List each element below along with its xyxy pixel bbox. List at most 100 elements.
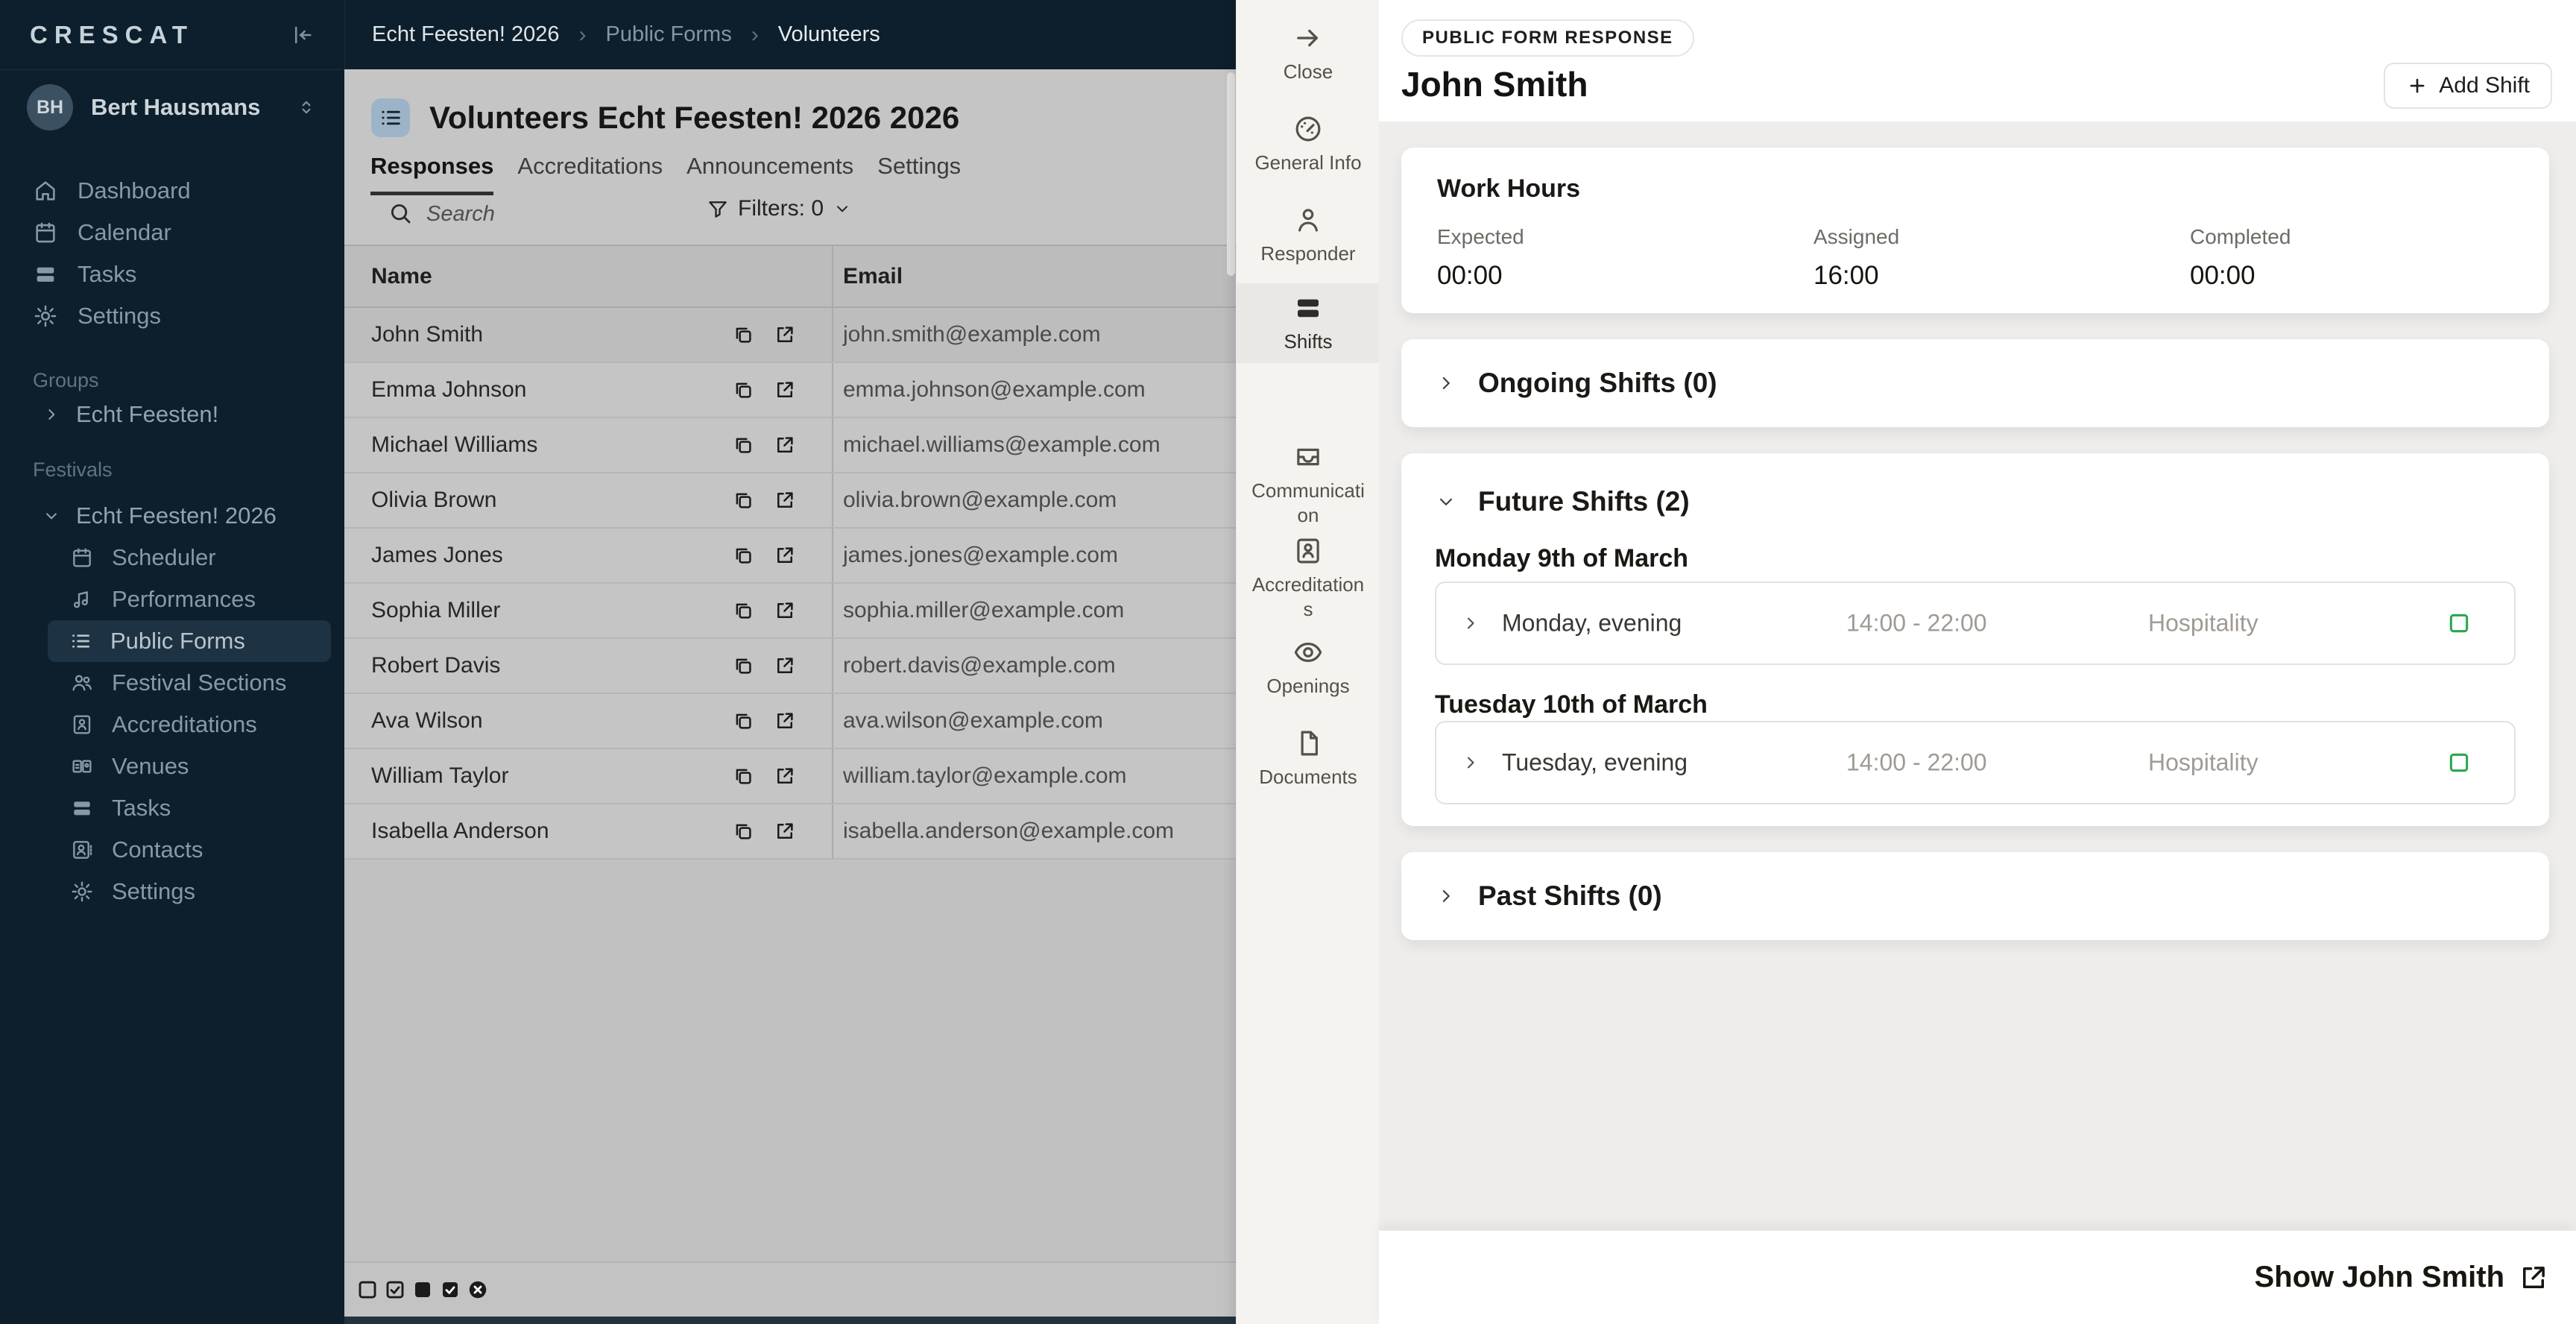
past-shifts-section[interactable]: Past Shifts (0) [1401, 852, 2549, 940]
drawer-nav-shifts[interactable]: Shifts [1237, 283, 1380, 363]
table-row[interactable]: John Smith john.smith@example.com [344, 308, 1236, 363]
external-link-icon [2518, 1262, 2549, 1293]
duplicate-icon[interactable] [732, 324, 754, 346]
ongoing-shifts-section[interactable]: Ongoing Shifts (0) [1401, 339, 2549, 427]
sidebar-item-contacts[interactable]: Contacts [0, 829, 344, 871]
table-row[interactable]: Olivia Brown olivia.brown@example.com [344, 473, 1236, 529]
duplicate-icon[interactable] [732, 820, 754, 842]
sidebar-group-echt-feesten[interactable]: Echt Feesten! [0, 394, 344, 435]
table-row[interactable]: Ava Wilson ava.wilson@example.com [344, 694, 1236, 749]
sidebar-item-performances[interactable]: Performances [0, 579, 344, 620]
table-row[interactable]: Michael Williams michael.williams@example… [344, 418, 1236, 473]
duplicate-icon[interactable] [732, 489, 754, 511]
table-row[interactable]: Isabella Anderson isabella.anderson@examp… [344, 804, 1236, 860]
open-in-new-icon[interactable] [774, 489, 796, 511]
open-in-new-icon[interactable] [774, 820, 796, 842]
breadcrumb-festival[interactable]: Echt Feesten! 2026 [372, 22, 560, 47]
table-row[interactable]: Sophia Miller sophia.miller@example.com [344, 584, 1236, 639]
crescat-logo: CRESCAT [30, 20, 195, 48]
nav-label: Shifts [1284, 330, 1333, 353]
search-input[interactable] [425, 195, 651, 233]
past-shifts-title: Past Shifts (0) [1478, 880, 1662, 911]
open-in-new-icon[interactable] [774, 599, 796, 622]
shift-row[interactable]: Monday, evening 14:00 - 22:00 Hospitalit… [1435, 581, 2516, 665]
sidebar-item-venues[interactable]: Venues [0, 745, 344, 787]
sidebar-item-label: Tasks [78, 261, 137, 287]
open-in-new-icon[interactable] [774, 655, 796, 677]
table-row[interactable]: William Taylor william.taylor@example.com [344, 749, 1236, 804]
contact-card-icon [70, 838, 94, 862]
chevron-right-icon[interactable] [1460, 613, 1481, 634]
sidebar-item-settings-festival[interactable]: Settings [0, 871, 344, 912]
volunteer-email: james.jones@example.com [843, 543, 1118, 567]
duplicate-icon[interactable] [732, 434, 754, 456]
breadcrumb-separator: › [751, 22, 759, 47]
sidebar-festival-echt-feesten-2026[interactable]: Echt Feesten! 2026 [0, 495, 344, 537]
column-header-email[interactable]: Email [843, 264, 903, 289]
breadcrumb-public-forms[interactable]: Public Forms [606, 22, 732, 47]
vertical-scrollbar-thumb[interactable] [1227, 72, 1235, 276]
open-in-new-icon[interactable] [774, 324, 796, 346]
table-row[interactable]: Emma Johnson emma.johnson@example.com [344, 363, 1236, 418]
sidebar-item-tasks[interactable]: Tasks [0, 253, 344, 295]
venues-icon [70, 754, 94, 778]
user-menu[interactable]: BH Bert Hausmans [0, 81, 344, 134]
chevron-down-icon [1435, 491, 1457, 513]
drawer-nav-general-info[interactable]: General Info [1237, 104, 1380, 184]
duplicate-icon[interactable] [732, 599, 754, 622]
drawer-nav-accreditations[interactable]: Accreditations [1237, 526, 1380, 631]
sidebar-item-tasks[interactable]: Tasks [0, 787, 344, 829]
responder-title: John Smith [1401, 65, 1588, 104]
shift-section: Hospitality [2148, 748, 2258, 776]
drawer-nav-close[interactable]: Close [1237, 13, 1380, 93]
table-row[interactable]: Robert Davis robert.davis@example.com [344, 639, 1236, 694]
gear-icon [70, 880, 94, 904]
table-row[interactable]: James Jones james.jones@example.com [344, 529, 1236, 584]
search-filter-row: Filters: 0 [344, 181, 1236, 246]
open-in-new-icon[interactable] [774, 765, 796, 787]
square-filled-check-icon [439, 1279, 461, 1301]
shifts-icon [1292, 292, 1324, 324]
volunteer-email: william.taylor@example.com [843, 763, 1127, 788]
sidebar-item-scheduler[interactable]: Scheduler [0, 537, 344, 579]
future-shifts-header[interactable]: Future Shifts (2) [1435, 486, 1690, 517]
duplicate-icon[interactable] [732, 710, 754, 732]
filters-button[interactable]: Filters: 0 [707, 196, 852, 221]
duplicate-icon[interactable] [732, 655, 754, 677]
drawer-nav-responder[interactable]: Responder [1237, 195, 1380, 275]
open-in-new-icon[interactable] [774, 710, 796, 732]
add-shift-button[interactable]: Add Shift [2384, 63, 2552, 109]
sidebar-item-label: Dashboard [78, 177, 191, 204]
sidebar-item-calendar[interactable]: Calendar [0, 212, 344, 253]
shift-checkbox-icon[interactable] [2447, 751, 2471, 775]
column-divider [832, 639, 833, 693]
breadcrumb-volunteers[interactable]: Volunteers [778, 22, 880, 47]
drawer-nav-communication[interactable]: Communication [1237, 432, 1380, 537]
breadcrumb-separator: › [578, 22, 587, 47]
sidebar-item-public-forms[interactable]: Public Forms [48, 620, 331, 662]
shift-name: Monday, evening [1502, 609, 1682, 637]
sidebar-item-settings[interactable]: Settings [0, 295, 344, 337]
column-divider [832, 529, 833, 582]
shift-row[interactable]: Tuesday, evening 14:00 - 22:00 Hospitali… [1435, 721, 2516, 804]
drawer-nav-documents[interactable]: Documents [1237, 719, 1380, 798]
horizontal-scrollbar[interactable] [344, 1317, 1236, 1324]
sidebar-item-dashboard[interactable]: Dashboard [0, 170, 344, 212]
open-in-new-icon[interactable] [774, 544, 796, 567]
shift-checkbox-icon[interactable] [2447, 611, 2471, 635]
duplicate-icon[interactable] [732, 765, 754, 787]
sidebar-item-festival-sections[interactable]: Festival Sections [0, 662, 344, 704]
open-in-new-icon[interactable] [774, 434, 796, 456]
drawer-nav: Close General Info Responder Shifts Comm… [1236, 0, 1380, 1324]
drawer-nav-openings[interactable]: Openings [1237, 628, 1380, 707]
duplicate-icon[interactable] [732, 379, 754, 401]
id-card-icon [1292, 535, 1324, 567]
column-divider [832, 584, 833, 637]
chevron-right-icon[interactable] [1460, 752, 1481, 773]
open-in-new-icon[interactable] [774, 379, 796, 401]
column-header-name[interactable]: Name [371, 264, 432, 289]
sidebar-item-accreditations[interactable]: Accreditations [0, 704, 344, 745]
show-responder-link[interactable]: Show John Smith [2254, 1261, 2549, 1294]
duplicate-icon[interactable] [732, 544, 754, 567]
collapse-sidebar-icon[interactable] [289, 22, 315, 48]
